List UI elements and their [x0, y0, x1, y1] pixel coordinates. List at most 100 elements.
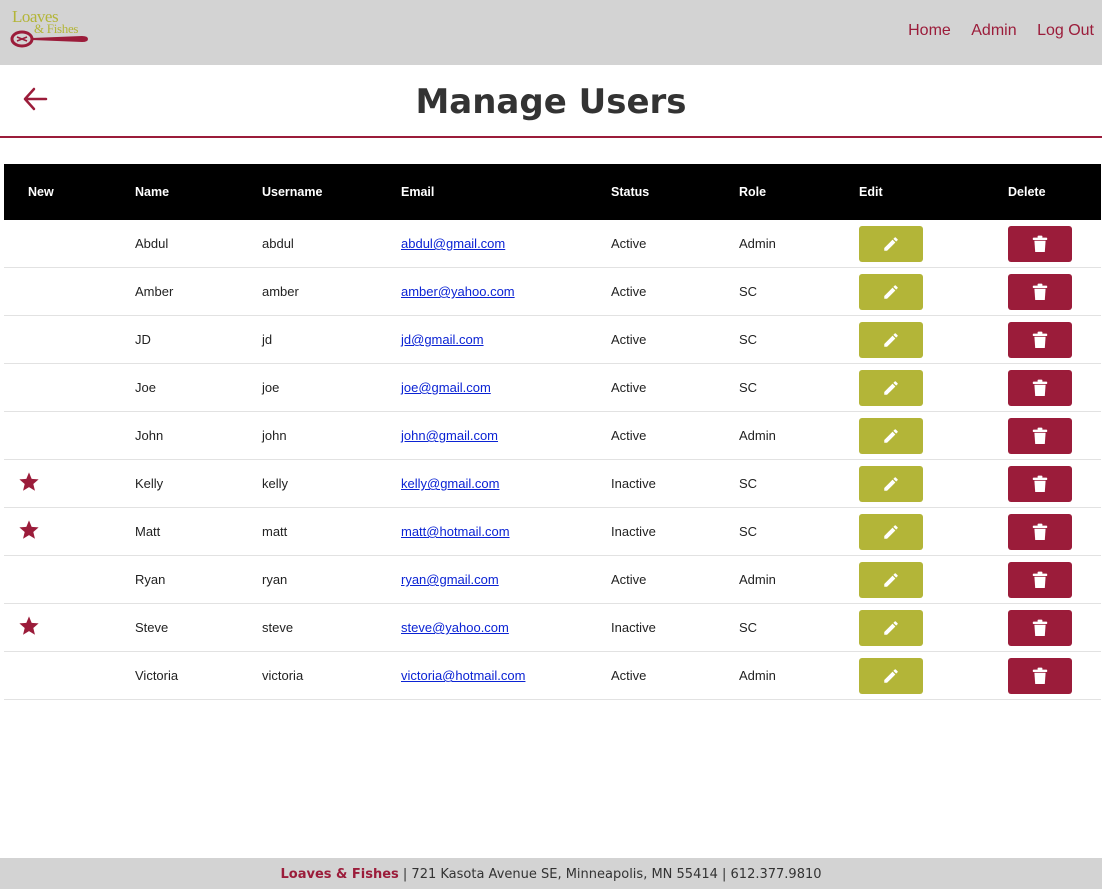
new-cell: [4, 363, 135, 412]
delete-cell: [1008, 459, 1101, 508]
delete-button[interactable]: [1008, 609, 1072, 646]
new-cell: [4, 555, 135, 604]
role-cell: Admin: [739, 411, 859, 460]
edit-cell: [859, 220, 1008, 268]
username-cell: victoria: [262, 651, 401, 700]
email-link[interactable]: amber@yahoo.com: [401, 284, 515, 299]
delete-button[interactable]: [1008, 417, 1072, 454]
table-row: Abdul abdul abdul@gmail.com Active Admin: [4, 220, 1101, 268]
status-cell: Inactive: [611, 459, 739, 508]
delete-button[interactable]: [1008, 561, 1072, 598]
logo[interactable]: Loaves & Fishes: [10, 8, 92, 52]
email-link[interactable]: matt@hotmail.com: [401, 524, 510, 539]
trash-icon: [1032, 571, 1048, 588]
title-divider: [0, 136, 1102, 138]
delete-button[interactable]: [1008, 465, 1072, 502]
email-link[interactable]: kelly@gmail.com: [401, 476, 499, 491]
status-cell: Inactive: [611, 603, 739, 652]
new-cell: [4, 315, 135, 364]
trash-icon: [1032, 667, 1048, 684]
table-row: Steve steve steve@yahoo.com Inactive SC: [4, 603, 1101, 652]
header-delete: Delete: [1008, 185, 1046, 199]
edit-button[interactable]: [859, 657, 923, 694]
users-table-body: Abdul abdul abdul@gmail.com Active Admin Ambe…: [4, 220, 1101, 700]
email-link[interactable]: jd@gmail.com: [401, 332, 484, 347]
delete-button[interactable]: [1008, 513, 1072, 550]
edit-cell: [859, 267, 1008, 316]
page-title: Manage Users: [415, 82, 687, 122]
delete-cell: [1008, 363, 1101, 412]
name-cell: Amber: [135, 267, 262, 316]
table-row: Amber amber amber@yahoo.com Active SC: [4, 267, 1101, 316]
edit-button[interactable]: [859, 465, 923, 502]
edit-cell: [859, 507, 1008, 556]
edit-cell: [859, 411, 1008, 460]
edit-button[interactable]: [859, 225, 923, 262]
table-row: JD jd jd@gmail.com Active SC: [4, 315, 1101, 364]
email-cell: victoria@hotmail.com: [401, 651, 611, 700]
header-status: Status: [611, 185, 650, 199]
email-link[interactable]: joe@gmail.com: [401, 380, 491, 395]
nav-logout-link[interactable]: Log Out: [1037, 22, 1094, 39]
pencil-icon: [884, 476, 898, 491]
table-row: Matt matt matt@hotmail.com Inactive SC: [4, 507, 1101, 556]
name-cell: JD: [135, 315, 262, 364]
email-link[interactable]: steve@yahoo.com: [401, 620, 509, 635]
delete-button[interactable]: [1008, 225, 1072, 262]
delete-button[interactable]: [1008, 369, 1072, 406]
table-row: Joe joe joe@gmail.com Active SC: [4, 363, 1101, 412]
username-cell: jd: [262, 315, 401, 364]
delete-button[interactable]: [1008, 273, 1072, 310]
delete-button[interactable]: [1008, 321, 1072, 358]
pencil-icon: [884, 572, 898, 587]
name-cell: Steve: [135, 603, 262, 652]
role-cell: Admin: [739, 555, 859, 604]
email-link[interactable]: victoria@hotmail.com: [401, 668, 525, 683]
edit-button[interactable]: [859, 417, 923, 454]
delete-cell: [1008, 603, 1101, 652]
table-row: Victoria victoria victoria@hotmail.com Acti…: [4, 651, 1101, 700]
email-link[interactable]: abdul@gmail.com: [401, 236, 505, 251]
email-cell: amber@yahoo.com: [401, 267, 611, 316]
star-icon: [19, 472, 39, 491]
status-cell: Active: [611, 555, 739, 604]
status-cell: Active: [611, 315, 739, 364]
delete-button[interactable]: [1008, 657, 1072, 694]
trash-icon: [1032, 331, 1048, 348]
edit-button[interactable]: [859, 321, 923, 358]
header-role: Role: [739, 185, 767, 199]
edit-button[interactable]: [859, 369, 923, 406]
pencil-icon: [884, 332, 898, 347]
edit-button[interactable]: [859, 513, 923, 550]
edit-cell: [859, 651, 1008, 700]
role-cell: SC: [739, 603, 859, 652]
users-table: New Name Username Email Status Role Edit…: [4, 164, 1101, 700]
email-cell: john@gmail.com: [401, 411, 611, 460]
new-cell: [4, 603, 135, 652]
spoon-icon: [10, 30, 88, 48]
status-cell: Active: [611, 651, 739, 700]
footer: Loaves & Fishes | 721 Kasota Avenue SE, …: [0, 858, 1102, 889]
edit-button[interactable]: [859, 273, 923, 310]
email-link[interactable]: ryan@gmail.com: [401, 572, 499, 587]
edit-button[interactable]: [859, 561, 923, 598]
delete-cell: [1008, 411, 1101, 460]
email-cell: joe@gmail.com: [401, 363, 611, 412]
new-cell: [4, 507, 135, 556]
username-cell: ryan: [262, 555, 401, 604]
footer-brand: Loaves & Fishes: [280, 867, 399, 882]
username-cell: joe: [262, 363, 401, 412]
edit-button[interactable]: [859, 609, 923, 646]
delete-cell: [1008, 220, 1101, 268]
table-row: John john john@gmail.com Active Admin: [4, 411, 1101, 460]
email-link[interactable]: john@gmail.com: [401, 428, 498, 443]
nav-home-link[interactable]: Home: [908, 22, 951, 39]
top-nav-bar: Loaves & Fishes Home Admin Log Out: [0, 0, 1102, 65]
new-cell: [4, 267, 135, 316]
header-name: Name: [135, 185, 170, 199]
footer-address: | 721 Kasota Avenue SE, Minneapolis, MN …: [398, 867, 822, 882]
delete-cell: [1008, 651, 1101, 700]
nav-admin-link[interactable]: Admin: [971, 22, 1016, 39]
new-cell: [4, 220, 135, 268]
name-cell: Kelly: [135, 459, 262, 508]
